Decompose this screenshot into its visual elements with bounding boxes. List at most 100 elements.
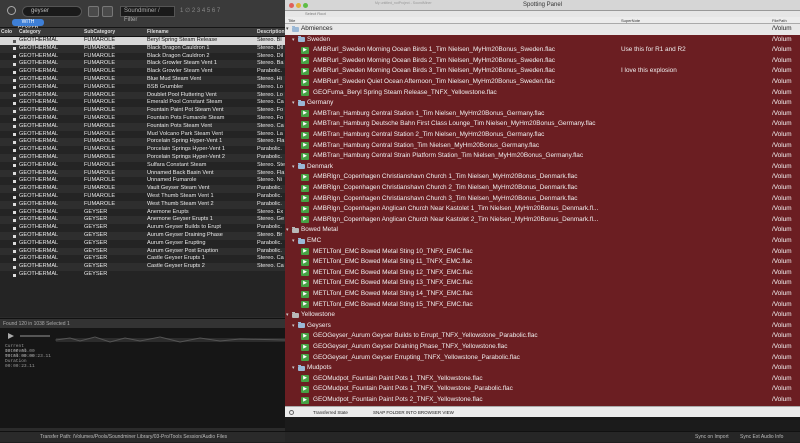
table-row[interactable]: GEOTHERMALFUMAROLEDoublet Pool Flutterin… bbox=[0, 92, 285, 100]
waveform-area[interactable]: Current 00:00:00.00 Interval 00:00:00.00… bbox=[0, 328, 285, 428]
table-row[interactable]: GEOTHERMALGEYSERCastle Geyser Erupts 1St… bbox=[0, 255, 285, 263]
tree-folder-row[interactable]: ▾Mudpots/Volum bbox=[285, 363, 800, 374]
tree-file-row[interactable]: ▶GEOFuma_Beryl Spring Steam Release_TNFX… bbox=[285, 88, 800, 99]
table-row[interactable]: GEOTHERMALFUMAROLEPorcelain Springs Hype… bbox=[0, 146, 285, 154]
disclosure-triangle-icon[interactable]: ▾ bbox=[286, 225, 289, 236]
tree-item-label: Abmiences bbox=[301, 24, 333, 35]
table-row[interactable]: GEOTHERMALFUMAROLEBeryl Spring Steam Rel… bbox=[0, 37, 285, 45]
table-row[interactable]: GEOTHERMALFUMAROLEBlue Mud Steam VentSte… bbox=[0, 76, 285, 84]
tree-file-row[interactable]: ▶GEOMudpot_Fountain Paint Pots 1_TNFX_Ye… bbox=[285, 384, 800, 395]
tree-folder-row[interactable]: ▾Germany/Volum bbox=[285, 98, 800, 109]
table-row[interactable]: GEOTHERMALGEYSERAurum Geyser Draining Ph… bbox=[0, 232, 285, 240]
table-row[interactable]: GEOTHERMALFUMAROLEBlack Dragon Cauldron … bbox=[0, 45, 285, 53]
table-row[interactable]: GEOTHERMALFUMAROLEWest Thumb Steam Vent … bbox=[0, 193, 285, 201]
tree-file-row[interactable]: ▶AMBRlgn_Copenhagen Anglican Church Near… bbox=[285, 215, 800, 226]
tree-file-row[interactable]: ▶METLTonl_EMC Bowed Metal Sting 13_TNFX_… bbox=[285, 278, 800, 289]
table-row[interactable]: GEOTHERMALGEYSERAurum Geyser Post Erupti… bbox=[0, 248, 285, 256]
table-row[interactable]: GEOTHERMALFUMAROLEBlack Dragon Cauldron … bbox=[0, 53, 285, 61]
tree-folder-row[interactable]: ▾Bowed Metal/Volum bbox=[285, 225, 800, 236]
tree-folder-row[interactable]: ▾Yellowstone/Volum bbox=[285, 310, 800, 321]
rating-controls[interactable]: 1 ∅ 2 3 4 5 6 7 bbox=[180, 6, 280, 17]
tree-folder-row[interactable]: ▾EMC/Volum bbox=[285, 236, 800, 247]
table-row[interactable]: GEOTHERMALFUMAROLEFountain Pots Fumarole… bbox=[0, 115, 285, 123]
header-filepath[interactable]: FilePath bbox=[772, 17, 787, 24]
tree-folder-row[interactable]: ▾Abmiences/Volum bbox=[285, 24, 800, 35]
disclosure-triangle-icon[interactable]: ▾ bbox=[292, 35, 295, 46]
table-row[interactable]: GEOTHERMALGEYSERAnemone EruptsStereo. Ex bbox=[0, 209, 285, 217]
tree-file-row[interactable]: ▶AMBTran_Hamburg Central Station 1_Tim N… bbox=[285, 109, 800, 120]
column-color[interactable]: Color bbox=[1, 29, 12, 35]
table-row[interactable]: GEOTHERMALFUMAROLEPorcelain Spring Hyper… bbox=[0, 138, 285, 146]
tree-file-row[interactable]: ▶AMBRlgn_Copenhagen Christianshavn Churc… bbox=[285, 194, 800, 205]
table-row[interactable]: GEOTHERMALFUMAROLEUnnamed Back Basin Ven… bbox=[0, 170, 285, 178]
column-filename[interactable]: Filename bbox=[147, 29, 169, 35]
sync-import-toggle[interactable]: Sync on Import bbox=[695, 432, 729, 443]
tree-file-row[interactable]: ▶GEOGeyser_Aurum Geyser Builds to Errupt… bbox=[285, 331, 800, 342]
tree-file-row[interactable]: ▶AMBTran_Hamburg Central Station 2_Tim N… bbox=[285, 130, 800, 141]
tree-file-row[interactable]: ▶METLTonl_EMC Bowed Metal Sting 11_TNFX_… bbox=[285, 257, 800, 268]
table-row[interactable]: GEOTHERMALGEYSERCastle Geyser Erupts 2St… bbox=[0, 263, 285, 271]
tree-file-row[interactable]: ▶METLTonl_EMC Bowed Metal Sting 14_TNFX_… bbox=[285, 289, 800, 300]
column-description[interactable]: Description bbox=[257, 29, 285, 35]
table-row[interactable]: GEOTHERMALFUMAROLEBlack Growler Steam Ve… bbox=[0, 68, 285, 76]
table-row[interactable]: GEOTHERMALFUMAROLEFountain Paint Pot Ste… bbox=[0, 107, 285, 115]
tree-folder-row[interactable]: ▾Sweden/Volum bbox=[285, 35, 800, 46]
tree-folder-row[interactable]: ▾Denmark/Volum bbox=[285, 162, 800, 173]
supernote-cell[interactable]: I love this explosion bbox=[621, 66, 677, 77]
tree-file-row[interactable]: ▶AMBRlgn_Copenhagen Anglican Church Near… bbox=[285, 204, 800, 215]
audio-file-icon: ▶ bbox=[301, 57, 309, 64]
search-input[interactable]: geyser bbox=[22, 6, 82, 17]
header-title[interactable]: Title bbox=[288, 17, 295, 24]
column-category[interactable]: Category bbox=[19, 29, 41, 35]
disclosure-triangle-icon[interactable]: ▾ bbox=[286, 310, 289, 321]
tree-file-row[interactable]: ▶GEOGeyser_Aurum Geyser Errupting_TNFX_Y… bbox=[285, 353, 800, 364]
tree-file-row[interactable]: ▶AMBRurl_Sweden Morning Ocean Birds 3_Ti… bbox=[285, 66, 800, 77]
table-row[interactable]: GEOTHERMALGEYSER bbox=[0, 271, 285, 279]
disclosure-triangle-icon[interactable]: ▾ bbox=[286, 24, 289, 35]
tree-file-row[interactable]: ▶METLTonl_EMC Bowed Metal Sting 12_TNFX_… bbox=[285, 268, 800, 279]
table-row[interactable]: GEOTHERMALFUMAROLEEmerald Pool Constant … bbox=[0, 99, 285, 107]
disclosure-triangle-icon[interactable]: ▾ bbox=[292, 236, 295, 247]
table-row[interactable]: GEOTHERMALFUMAROLEUnnamed FumaroleStereo… bbox=[0, 177, 285, 185]
tree-file-row[interactable]: ▶METLTonl_EMC Bowed Metal Sting 15_TNFX_… bbox=[285, 300, 800, 311]
table-row[interactable]: GEOTHERMALGEYSERAurum Geyser Builds to E… bbox=[0, 224, 285, 232]
table-row[interactable]: GEOTHERMALFUMAROLEFountain Pots Steam Ve… bbox=[0, 123, 285, 131]
table-row[interactable]: GEOTHERMALFUMAROLEPorcelain Springs Hype… bbox=[0, 154, 285, 162]
filter-field[interactable]: Soundminer / Filter bbox=[120, 6, 175, 17]
sync-ext-toggle[interactable]: Sync Ext Audio Info bbox=[740, 432, 783, 443]
table-row[interactable]: GEOTHERMALFUMAROLESulfara Constant Steam… bbox=[0, 162, 285, 170]
disclosure-triangle-icon[interactable]: ▾ bbox=[292, 321, 295, 332]
filter-badge[interactable]: WITH GEYSER bbox=[12, 19, 44, 26]
tree-file-row[interactable]: ▶AMBTran_Hamburg Deutsche Bahn First Cla… bbox=[285, 119, 800, 130]
table-row[interactable]: GEOTHERMALFUMAROLEWest Thumb Steam Vent … bbox=[0, 201, 285, 209]
supernote-cell[interactable]: Use this for R1 and R2 bbox=[621, 45, 686, 56]
table-row[interactable]: GEOTHERMALFUMAROLEMud Volcano Park Steam… bbox=[0, 131, 285, 139]
table-row[interactable]: GEOTHERMALFUMAROLEVault Geyser Steam Ven… bbox=[0, 185, 285, 193]
play-icon[interactable] bbox=[8, 333, 14, 339]
tree-file-row[interactable]: ▶GEOMudpot_Fountain Paint Pots 1_TNFX_Ye… bbox=[285, 374, 800, 385]
audio-file-icon: ▶ bbox=[301, 269, 309, 276]
header-supernote[interactable]: SuperNote bbox=[621, 17, 640, 24]
disclosure-triangle-icon[interactable]: ▾ bbox=[292, 363, 295, 374]
tree-file-row[interactable]: ▶METLTonl_EMC Bowed Metal Sting 10_TNFX_… bbox=[285, 247, 800, 258]
tree-file-row[interactable]: ▶AMBRlgn_Copenhagen Christianshavn Churc… bbox=[285, 183, 800, 194]
table-row[interactable]: GEOTHERMALFUMAROLEBSB GrumblerStereo. Lo bbox=[0, 84, 285, 92]
table-row[interactable]: GEOTHERMALGEYSERAnemone Geyser Erupts 1S… bbox=[0, 216, 285, 224]
disclosure-triangle-icon[interactable]: ▾ bbox=[292, 98, 295, 109]
tree-file-row[interactable]: ▶AMBRlgn_Copenhagen Christianshavn Churc… bbox=[285, 172, 800, 183]
column-subcategory[interactable]: SubCategory bbox=[84, 29, 115, 35]
tree-file-row[interactable]: ▶AMBRurl_Sweden Morning Ocean Birds 1_Ti… bbox=[285, 45, 800, 56]
tree-file-row[interactable]: ▶AMBTran_Hamburg Central Station_Tim Nie… bbox=[285, 141, 800, 152]
table-row[interactable]: GEOTHERMALGEYSERAurum Geyser EruptingPar… bbox=[0, 240, 285, 248]
tree-file-row[interactable]: ▶GEOMudpot_Fountain Paint Pots 2_TNFX_Ye… bbox=[285, 395, 800, 406]
table-row[interactable]: GEOTHERMALFUMAROLEBlack Growler Steam Ve… bbox=[0, 60, 285, 68]
options-button[interactable] bbox=[102, 6, 113, 17]
disclosure-triangle-icon[interactable]: ▾ bbox=[292, 162, 295, 173]
add-button[interactable] bbox=[88, 6, 99, 17]
tree-file-row[interactable]: ▶AMBRurl_Sweden Morning Ocean Birds 2_Ti… bbox=[285, 56, 800, 67]
volume-slider[interactable] bbox=[20, 335, 50, 337]
tree-file-row[interactable]: ▶AMBTran_Hamburg Central Strain Platform… bbox=[285, 151, 800, 162]
tree-file-row[interactable]: ▶GEOGeyser_Aurum Geyser Draining Phase_T… bbox=[285, 342, 800, 353]
tree-file-row[interactable]: ▶AMBRurl_Sweden Quiet Ocean Afternoon_Ti… bbox=[285, 77, 800, 88]
tree-folder-row[interactable]: ▾Geysers/Volum bbox=[285, 321, 800, 332]
